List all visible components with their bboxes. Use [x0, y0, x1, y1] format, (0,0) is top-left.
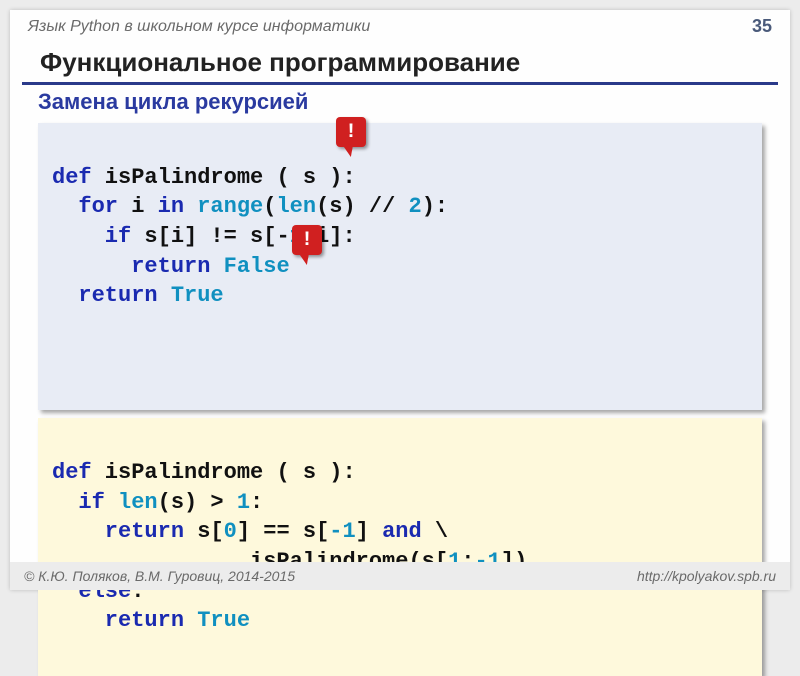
footer-url: http://kpolyakov.spb.ru	[637, 568, 776, 584]
footer: © К.Ю. Поляков, В.М. Гуровиц, 2014-2015 …	[10, 562, 790, 590]
attention-icon: !	[336, 117, 366, 147]
code-line: def	[52, 165, 92, 190]
header: Язык Python в школьном курсе информатики…	[10, 10, 790, 39]
copyright: © К.Ю. Поляков, В.М. Гуровиц, 2014-2015	[24, 568, 295, 584]
code-recursive: def isPalindrome ( s ): if len(s) > 1: r…	[38, 418, 762, 676]
page-title: Функциональное программирование	[22, 39, 778, 85]
slide: Язык Python в школьном курсе информатики…	[10, 10, 790, 590]
course-name: Язык Python в школьном курсе информатики	[28, 18, 370, 36]
attention-icon: !	[292, 225, 322, 255]
code-iterative: def isPalindrome ( s ): for i in range(l…	[38, 123, 762, 410]
section-subtitle: Замена цикла рекурсией	[10, 89, 790, 121]
page-number: 35	[752, 16, 772, 37]
